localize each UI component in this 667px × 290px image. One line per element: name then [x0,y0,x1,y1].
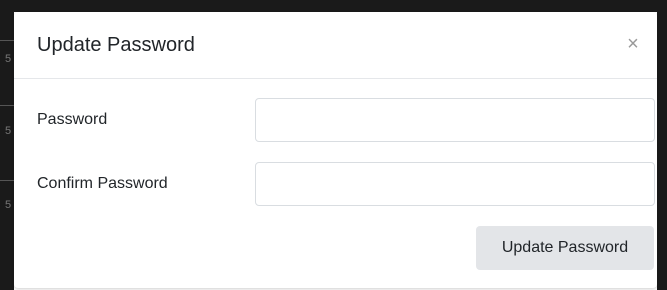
update-password-modal: Update Password × Password Confirm Passw… [14,12,657,288]
modal-header: Update Password × [14,12,657,79]
background-row-text: 5 [5,53,12,65]
password-label: Password [37,111,108,128]
modal-title: Update Password [37,34,195,56]
confirm-password-label: Confirm Password [37,175,168,192]
backdrop-left-strip: 5 5 5 [0,0,14,290]
background-row-text: 5 [5,125,12,137]
background-row-divider [0,40,14,41]
password-input[interactable] [255,98,655,142]
background-row-divider [0,180,14,181]
backdrop-top-strip [0,0,667,12]
background-row-text: 5 [5,199,12,211]
backdrop-right-strip [657,0,667,290]
update-password-button[interactable]: Update Password [476,226,654,270]
confirm-password-input[interactable] [255,162,655,206]
close-icon[interactable]: × [623,34,643,54]
background-row-divider [0,105,14,106]
confirm-password-row: Confirm Password [37,162,657,208]
password-row: Password [37,98,657,144]
